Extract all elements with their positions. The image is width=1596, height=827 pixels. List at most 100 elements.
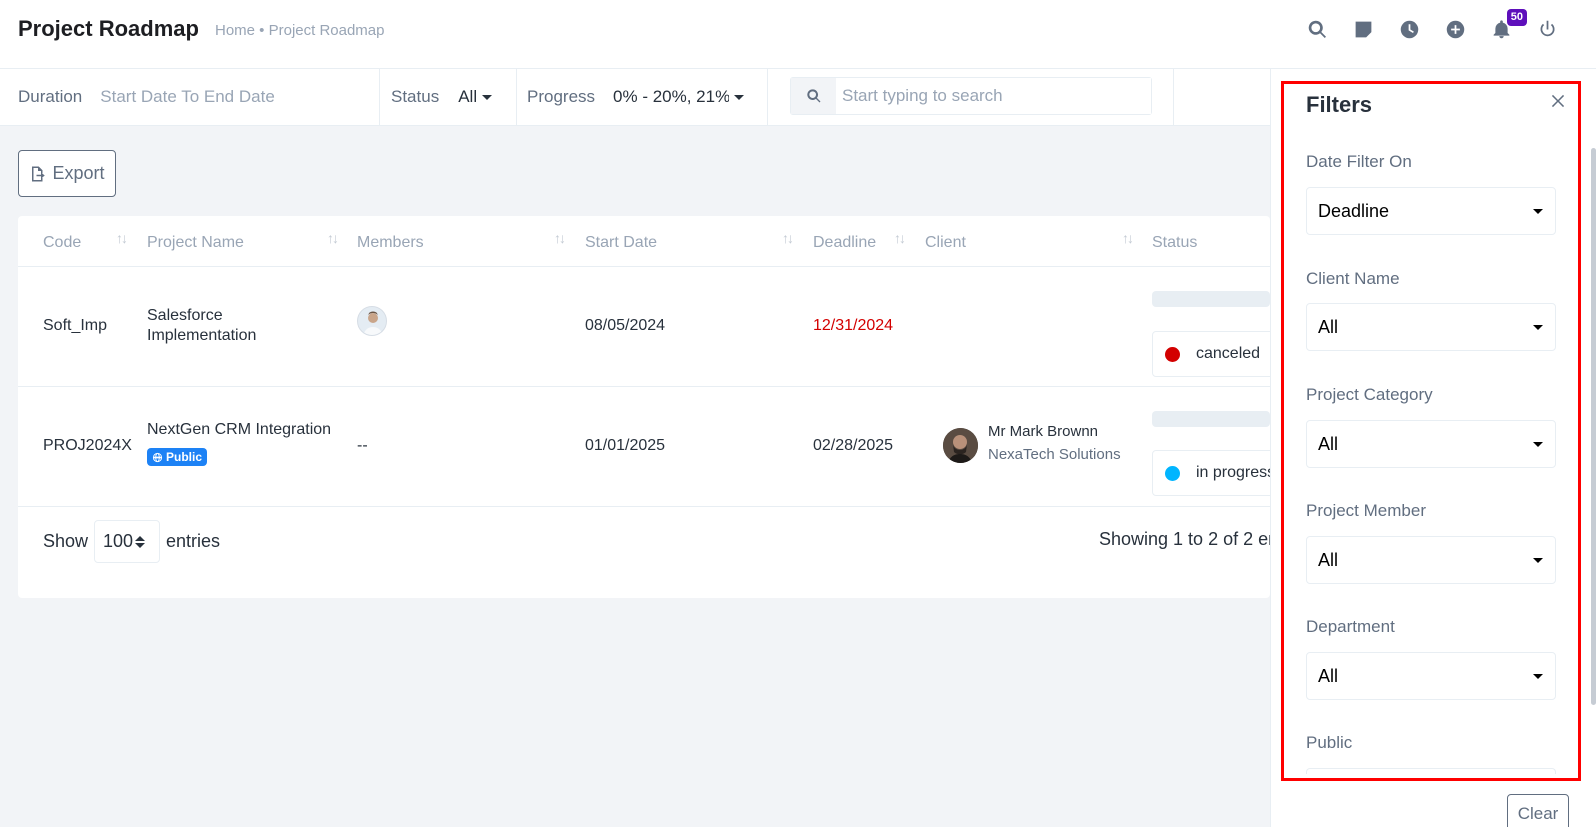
public-select[interactable] xyxy=(1306,768,1556,774)
column-header-start-date[interactable]: Start Date xyxy=(585,234,657,252)
close-icon[interactable] xyxy=(1549,92,1569,112)
project-name-link[interactable]: Implementation xyxy=(147,327,256,345)
status-filter[interactable]: Status All xyxy=(380,69,517,125)
chevron-down-icon xyxy=(482,94,493,100)
sort-icon[interactable]: ↑↓ xyxy=(894,230,906,246)
clock-icon[interactable] xyxy=(1396,16,1422,42)
project-code: PROJ2024X xyxy=(43,437,132,454)
duration-filter[interactable]: Duration Start Date To End Date xyxy=(0,69,380,125)
client-company: NexaTech Solutions xyxy=(988,446,1121,463)
filter-bar: Duration Start Date To End Date Status A… xyxy=(0,69,1270,126)
duration-value[interactable]: Start Date To End Date xyxy=(100,87,275,107)
entries-label: entries xyxy=(166,531,221,551)
sort-icon[interactable]: ↑↓ xyxy=(1122,230,1134,246)
file-export-icon xyxy=(32,166,46,181)
clear-button[interactable]: Clear xyxy=(1507,794,1569,827)
column-header-deadline[interactable]: Deadline xyxy=(813,234,876,252)
chevron-down-icon xyxy=(1533,442,1543,447)
sort-icon[interactable]: ↑↓ xyxy=(327,230,339,246)
page-title: Project Roadmap xyxy=(18,16,199,41)
start-date: 01/01/2025 xyxy=(585,437,666,454)
power-icon[interactable] xyxy=(1534,16,1560,42)
deadline: 12/31/2024 xyxy=(813,317,894,334)
project-name-link[interactable]: NextGen CRM Integration xyxy=(147,421,331,439)
top-icon-group: 50 xyxy=(1304,9,1560,42)
sort-icon[interactable]: ↑↓ xyxy=(554,230,566,246)
department-select[interactable]: All xyxy=(1306,652,1556,700)
status-value: canceled xyxy=(1196,345,1261,362)
chevron-down-icon xyxy=(1533,674,1543,679)
sort-icon[interactable]: ↑↓ xyxy=(116,230,128,246)
filter-bar-divider xyxy=(1173,69,1174,125)
deadline: 02/28/2025 xyxy=(813,437,894,454)
client-name[interactable]: Mr Mark Brownn xyxy=(988,423,1098,440)
notification-count-badge: 50 xyxy=(1506,9,1527,26)
status-dot-icon xyxy=(1165,346,1180,362)
search-box xyxy=(790,77,1152,115)
department-value: All xyxy=(1318,665,1339,686)
project-code: Soft_Imp xyxy=(43,317,108,334)
entries-control: Show 100 entries xyxy=(43,520,220,563)
bell-icon[interactable]: 50 xyxy=(1488,9,1527,42)
project-category-label: Project Category xyxy=(1306,385,1433,404)
date-filter-on-select[interactable]: Deadline xyxy=(1306,187,1556,235)
project-category-select[interactable]: All xyxy=(1306,420,1556,468)
column-header-members[interactable]: Members xyxy=(357,234,424,252)
projects-table: Code ↑↓ Project Name ↑↓ Members ↑↓ Start… xyxy=(18,216,1270,598)
column-header-client[interactable]: Client xyxy=(925,234,966,252)
public-label: Public xyxy=(1306,733,1353,752)
search-icon[interactable] xyxy=(791,78,836,114)
search-input[interactable] xyxy=(836,78,1151,114)
date-filter-on-value: Deadline xyxy=(1318,200,1390,221)
progress-filter[interactable]: Progress 0% - 20%, 21% xyxy=(517,69,768,125)
project-member-value: All xyxy=(1318,549,1339,570)
member-avatar[interactable] xyxy=(357,306,387,336)
chevron-down-icon xyxy=(1533,209,1543,214)
export-button[interactable]: Export xyxy=(18,150,116,197)
breadcrumb[interactable]: Home • Project Roadmap xyxy=(215,22,385,39)
entries-value: 100 xyxy=(103,531,134,551)
clear-label: Clear xyxy=(1517,804,1559,823)
column-header-code[interactable]: Code xyxy=(43,234,81,252)
status-filter-label: Status xyxy=(391,87,440,106)
divider xyxy=(18,386,1270,387)
divider xyxy=(18,506,1270,507)
panel-scrollbar[interactable] xyxy=(1591,148,1596,705)
public-badge: Public xyxy=(147,448,208,466)
duration-label: Duration xyxy=(18,87,83,106)
sticky-note-icon[interactable] xyxy=(1350,16,1376,42)
status-dropdown[interactable]: in progress xyxy=(1152,450,1270,496)
filters-panel-title: Filters xyxy=(1306,92,1373,117)
project-name-link[interactable]: Salesforce xyxy=(147,307,223,325)
column-header-project-name[interactable]: Project Name xyxy=(147,234,244,252)
top-bar: Project Roadmap Home • Project Roadmap 5… xyxy=(0,0,1596,69)
client-avatar[interactable] xyxy=(943,428,978,463)
divider xyxy=(18,266,1270,267)
client-name-label: Client Name xyxy=(1306,269,1400,288)
sort-arrows-icon xyxy=(135,535,146,548)
status-value: in progress xyxy=(1196,464,1270,481)
start-date: 08/05/2024 xyxy=(585,317,666,334)
chevron-down-icon xyxy=(734,94,745,100)
sort-icon[interactable]: ↑↓ xyxy=(782,230,794,246)
client-name-select[interactable]: All xyxy=(1306,303,1556,351)
column-header-status[interactable]: Status xyxy=(1152,234,1197,252)
status-dot-icon xyxy=(1165,465,1180,481)
client-name-value: All xyxy=(1318,316,1339,337)
status-filter-value[interactable]: All xyxy=(458,87,477,107)
search-icon[interactable] xyxy=(1304,16,1330,42)
members-value: -- xyxy=(357,437,368,454)
status-dropdown[interactable]: canceled xyxy=(1152,331,1270,377)
export-label: Export xyxy=(52,163,105,183)
progress-bar xyxy=(1152,411,1270,427)
progress-filter-value[interactable]: 0% - 20%, 21% xyxy=(613,87,729,107)
public-badge-label: Public xyxy=(166,450,203,464)
project-member-select[interactable]: All xyxy=(1306,536,1556,584)
progress-bar xyxy=(1152,291,1270,307)
project-category-value: All xyxy=(1318,433,1339,454)
department-label: Department xyxy=(1306,617,1395,636)
plus-circle-icon[interactable] xyxy=(1442,16,1468,42)
globe-icon xyxy=(152,452,163,462)
progress-filter-label: Progress xyxy=(527,87,596,106)
entries-select[interactable]: 100 xyxy=(94,520,161,563)
